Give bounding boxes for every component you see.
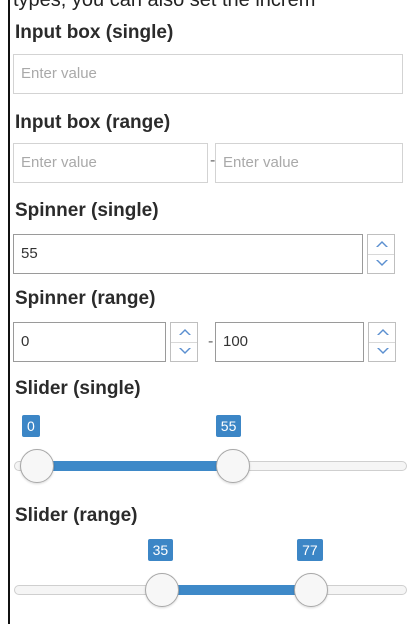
spinner-range-min-input[interactable]: 0 [13, 322, 166, 362]
input-range-max-field[interactable]: Enter value [215, 143, 403, 183]
spinner-range-min-buttons [170, 322, 198, 362]
decrement-arrow-icon[interactable] [171, 343, 197, 362]
input-range-min-field[interactable]: Enter value [13, 143, 208, 183]
slider-range-high-label: 77 [297, 539, 323, 561]
spinner-range-title: Spinner (range) [15, 288, 156, 309]
increment-arrow-icon[interactable] [368, 235, 394, 255]
increment-arrow-icon[interactable] [369, 323, 395, 343]
slider-single-min-label: 0 [22, 415, 40, 437]
slider-single-title: Slider (single) [15, 378, 141, 399]
spinner-range-separator: - [208, 333, 214, 350]
spinner-range-max-buttons [368, 322, 396, 362]
slider-range-high-thumb[interactable] [294, 573, 329, 607]
slider-single-value-label: 55 [215, 415, 242, 437]
slider-range-low-label: 35 [147, 539, 174, 561]
decrement-arrow-icon[interactable] [369, 343, 395, 362]
input-range-title: Input box (range) [15, 112, 171, 133]
spinner-single-title: Spinner (single) [15, 200, 159, 221]
input-single-title: Input box (single) [15, 22, 174, 43]
slider-single-fill [37, 461, 233, 471]
spinner-single-buttons [367, 234, 395, 274]
spinner-range-max-input[interactable]: 100 [215, 322, 364, 362]
slider-single-value-thumb[interactable] [215, 449, 250, 483]
input-single-field[interactable]: Enter value [13, 54, 403, 94]
slider-single-min-thumb[interactable] [20, 449, 54, 483]
panel-left-border [8, 0, 10, 624]
clipped-description-text: types, you can also set the increm [13, 0, 316, 11]
spinner-single-input[interactable]: 55 [13, 234, 363, 274]
slider-range-fill [161, 585, 312, 595]
slider-range-low-thumb[interactable] [144, 573, 179, 607]
decrement-arrow-icon[interactable] [368, 255, 394, 274]
slider-range-title: Slider (range) [15, 505, 138, 526]
increment-arrow-icon[interactable] [171, 323, 197, 343]
